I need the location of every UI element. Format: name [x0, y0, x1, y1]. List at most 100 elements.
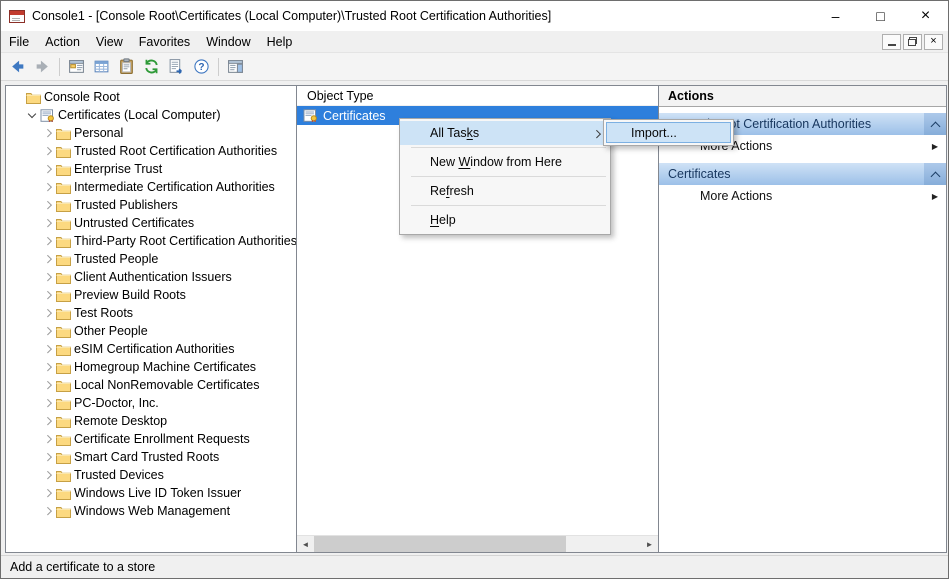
tree-item-preview-build-roots[interactable]: Preview Build Roots	[6, 286, 296, 304]
console-tree-pane: Console Root Certificates (Local Computer…	[5, 85, 297, 553]
chevron-collapsed-icon[interactable]	[42, 325, 55, 338]
tree-item-homegroup-machine-certificates[interactable]: Homegroup Machine Certificates	[6, 358, 296, 376]
close-button[interactable]: ×	[903, 1, 948, 31]
tree-item-trusted-root-certification-authorities[interactable]: Trusted Root Certification Authorities	[6, 142, 296, 160]
forward-button[interactable]	[30, 55, 55, 79]
chevron-collapsed-icon[interactable]	[42, 451, 55, 464]
action-section-header-certificates[interactable]: Certificates	[659, 163, 946, 185]
folder-icon	[56, 343, 71, 356]
submenu-item-import[interactable]: Import...	[606, 122, 731, 143]
actions-pane-title: Actions	[659, 86, 946, 107]
minimize-button[interactable]: –	[813, 1, 858, 31]
menu-action[interactable]: Action	[37, 31, 88, 52]
scroll-right-button[interactable]: ►	[641, 536, 658, 552]
tree-item-label: Console Root	[44, 90, 120, 104]
tree-item-windows-live-id-token-issuer[interactable]: Windows Live ID Token Issuer	[6, 484, 296, 502]
help-button[interactable]: ?	[189, 55, 214, 79]
tree-item-client-authentication-issuers[interactable]: Client Authentication Issuers	[6, 268, 296, 286]
folder-icon	[56, 145, 71, 158]
tree-item-certificates-local-computer[interactable]: Certificates (Local Computer)	[6, 106, 296, 124]
folder-icon	[56, 379, 71, 392]
chevron-collapsed-icon[interactable]	[42, 145, 55, 158]
tree-item-console-root[interactable]: Console Root	[6, 88, 296, 106]
svg-text:?: ?	[198, 62, 204, 73]
scrollbar-track[interactable]	[314, 536, 641, 552]
tree-item-remote-desktop[interactable]: Remote Desktop	[6, 412, 296, 430]
folder-icon	[26, 91, 41, 104]
chevron-collapsed-icon[interactable]	[42, 505, 55, 518]
tree-item-other-people[interactable]: Other People	[6, 322, 296, 340]
context-menu-item-all-tasks[interactable]: All Tasks	[400, 121, 610, 145]
scrollbar-thumb[interactable]	[314, 536, 566, 552]
show-hide-action-pane-button[interactable]	[223, 55, 248, 79]
context-menu-item-new-window-from-here[interactable]: New Window from Here	[400, 150, 610, 174]
menu-file[interactable]: File	[1, 31, 37, 52]
menu-view[interactable]: View	[88, 31, 131, 52]
back-button[interactable]	[5, 55, 30, 79]
chevron-collapsed-icon[interactable]	[42, 253, 55, 266]
chevron-collapsed-icon[interactable]	[42, 415, 55, 428]
mdi-minimize-button[interactable]	[882, 34, 901, 50]
chevron-collapsed-icon[interactable]	[42, 361, 55, 374]
chevron-collapsed-icon[interactable]	[42, 163, 55, 176]
mdi-close-button[interactable]: ×	[924, 34, 943, 50]
chevron-collapsed-icon[interactable]	[42, 433, 55, 446]
menu-item-label: New Window from Here	[430, 155, 562, 169]
list-view-button[interactable]	[89, 55, 114, 79]
horizontal-scrollbar[interactable]: ◄ ►	[297, 535, 658, 552]
folder-icon	[56, 325, 71, 338]
tree-item-enterprise-trust[interactable]: Enterprise Trust	[6, 160, 296, 178]
submenu-arrow-icon	[591, 128, 602, 139]
collapse-section-button[interactable]	[924, 113, 946, 135]
menu-window[interactable]: Window	[198, 31, 258, 52]
window-title: Console1 - [Console Root\Certificates (L…	[32, 9, 551, 23]
tree-item-test-roots[interactable]: Test Roots	[6, 304, 296, 322]
more-actions-item[interactable]: More Actions▶	[659, 185, 946, 207]
chevron-collapsed-icon[interactable]	[42, 289, 55, 302]
chevron-collapsed-icon[interactable]	[42, 271, 55, 284]
context-menu-item-help[interactable]: Help	[400, 208, 610, 232]
tree-item-windows-web-management[interactable]: Windows Web Management	[6, 502, 296, 520]
tree-item-esim-certification-authorities[interactable]: eSIM Certification Authorities	[6, 340, 296, 358]
tree-item-untrusted-certificates[interactable]: Untrusted Certificates	[6, 214, 296, 232]
folder-icon	[56, 433, 71, 446]
refresh-icon	[143, 58, 160, 75]
refresh-button[interactable]	[139, 55, 164, 79]
tree-item-local-nonremovable-certificates[interactable]: Local NonRemovable Certificates	[6, 376, 296, 394]
paste-button[interactable]	[114, 55, 139, 79]
chevron-collapsed-icon[interactable]	[42, 217, 55, 230]
tree-item-trusted-publishers[interactable]: Trusted Publishers	[6, 196, 296, 214]
chevron-collapsed-icon[interactable]	[42, 199, 55, 212]
scroll-left-button[interactable]: ◄	[297, 536, 314, 552]
actions-pane: Actions Trusted Root Certification Autho…	[658, 85, 947, 553]
tree-item-pc-doctor-inc[interactable]: PC-Doctor, Inc.	[6, 394, 296, 412]
tree-item-personal[interactable]: Personal	[6, 124, 296, 142]
chevron-collapsed-icon[interactable]	[42, 343, 55, 356]
tree-item-trusted-devices[interactable]: Trusted Devices	[6, 466, 296, 484]
tree-item-intermediate-certification-authorities[interactable]: Intermediate Certification Authorities	[6, 178, 296, 196]
menu-favorites[interactable]: Favorites	[131, 31, 198, 52]
tree-item-third-party-root-certification-authorities[interactable]: Third-Party Root Certification Authoriti…	[6, 232, 296, 250]
menu-help[interactable]: Help	[259, 31, 301, 52]
chevron-collapsed-icon[interactable]	[42, 235, 55, 248]
object-type-column-header[interactable]: Object Type	[297, 86, 658, 106]
tree-item-trusted-people[interactable]: Trusted People	[6, 250, 296, 268]
chevron-collapsed-icon[interactable]	[42, 307, 55, 320]
chevron-collapsed-icon[interactable]	[42, 181, 55, 194]
tree-item-label: Windows Web Management	[74, 504, 230, 518]
chevron-collapsed-icon[interactable]	[42, 469, 55, 482]
export-list-button[interactable]	[164, 55, 189, 79]
chevron-collapsed-icon[interactable]	[42, 127, 55, 140]
chevron-collapsed-icon[interactable]	[42, 487, 55, 500]
maximize-button[interactable]: □	[858, 1, 903, 31]
mdi-restore-button[interactable]	[903, 34, 922, 50]
chevron-expanded-icon[interactable]	[26, 109, 39, 122]
tree-item-smart-card-trusted-roots[interactable]: Smart Card Trusted Roots	[6, 448, 296, 466]
chevron-collapsed-icon[interactable]	[42, 397, 55, 410]
show-hide-console-tree-button[interactable]	[64, 55, 89, 79]
tree-item-certificate-enrollment-requests[interactable]: Certificate Enrollment Requests	[6, 430, 296, 448]
collapse-section-button[interactable]	[924, 163, 946, 185]
chevron-collapsed-icon[interactable]	[42, 379, 55, 392]
context-menu-item-refresh[interactable]: Refresh	[400, 179, 610, 203]
export-list-icon	[168, 58, 185, 75]
